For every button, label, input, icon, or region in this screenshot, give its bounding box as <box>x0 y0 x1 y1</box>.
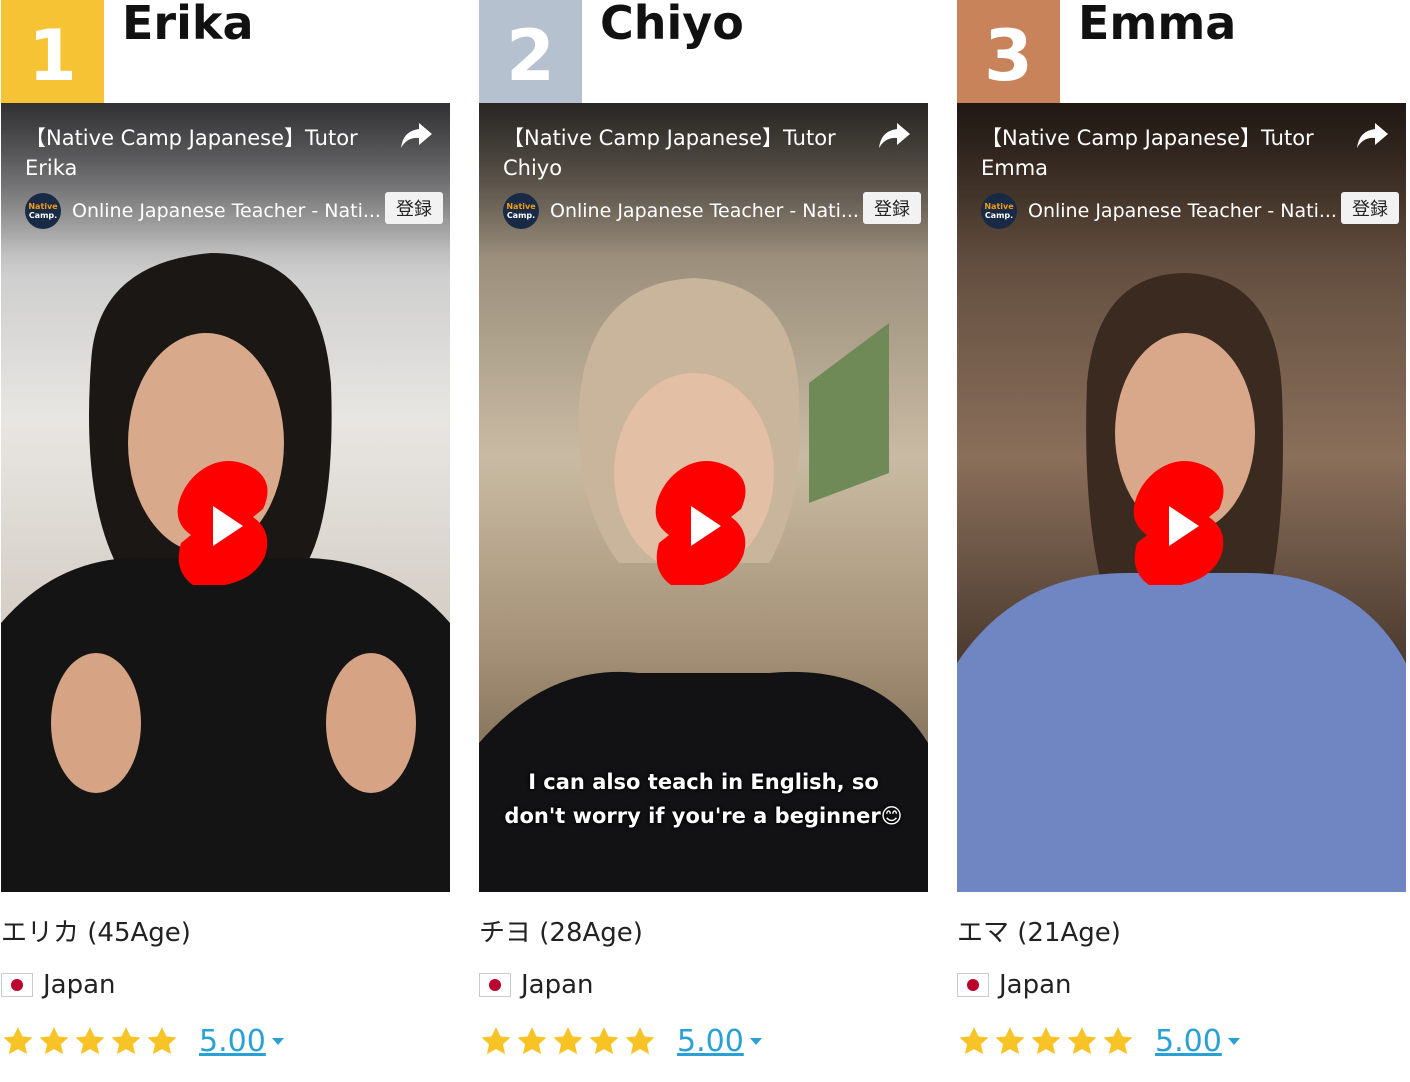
tutor-rating: 5.00 <box>479 1024 762 1059</box>
youtube-shorts-play-icon[interactable] <box>651 461 751 591</box>
video-title[interactable]: 【Native Camp Japanese】Tutor Erika <box>25 123 375 183</box>
star-icon <box>1103 1026 1133 1054</box>
youtube-shorts-play-icon[interactable] <box>1129 461 1229 591</box>
star-rating <box>957 1025 1137 1059</box>
channel-logo: Native Camp. <box>981 193 1017 229</box>
star-icon <box>517 1026 547 1054</box>
tutor-meta: エマ (21Age) <box>957 918 1121 948</box>
country-label: Japan <box>521 970 594 1000</box>
channel-info[interactable]: Native Camp. Online Japanese Teacher - Na… <box>981 193 1337 229</box>
star-icon <box>1031 1026 1061 1054</box>
caption-line: don't worry if you're a beginner😊 <box>504 804 903 828</box>
star-icon <box>3 1026 33 1054</box>
tutor-card-erika: 1 Erika 【Native Camp Japanese】Tutor Erik… <box>1 0 450 1082</box>
tutor-card-emma: 3 Emma 【Native Camp Japanese】Tutor Emma … <box>957 0 1406 1082</box>
star-icon <box>959 1026 989 1054</box>
japan-flag-icon <box>479 973 511 997</box>
star-icon <box>481 1026 511 1054</box>
video-title[interactable]: 【Native Camp Japanese】Tutor Emma <box>981 123 1331 183</box>
subscribe-button[interactable]: 登録 <box>1341 192 1399 224</box>
caption-line: I can also teach in English, so <box>528 770 879 794</box>
star-rating <box>479 1025 659 1059</box>
subscribe-button[interactable]: 登録 <box>863 192 921 224</box>
tutor-rating: 5.00 <box>957 1024 1240 1059</box>
country-label: Japan <box>43 970 116 1000</box>
tutor-meta: エリカ (45Age) <box>1 918 191 948</box>
channel-name: Online Japanese Teacher - Nati... <box>550 200 859 222</box>
chevron-down-icon[interactable] <box>1227 1038 1240 1045</box>
share-arrow-icon[interactable] <box>877 121 911 151</box>
star-icon <box>111 1026 141 1054</box>
channel-name: Online Japanese Teacher - Nati... <box>72 200 381 222</box>
star-icon <box>553 1026 583 1054</box>
channel-name: Online Japanese Teacher - Nati... <box>1028 200 1337 222</box>
tutor-name: Erika <box>122 0 254 50</box>
share-arrow-icon[interactable] <box>1355 121 1389 151</box>
chevron-down-icon[interactable] <box>271 1038 284 1045</box>
star-icon <box>1067 1026 1097 1054</box>
youtube-shorts-play-icon[interactable] <box>173 461 273 591</box>
video-player[interactable]: 【Native Camp Japanese】Tutor Chiyo Native… <box>479 103 928 892</box>
japan-flag-icon <box>957 973 989 997</box>
channel-logo: Native Camp. <box>25 193 61 229</box>
tutor-meta: チヨ (28Age) <box>479 918 643 948</box>
channel-info[interactable]: Native Camp. Online Japanese Teacher - Na… <box>503 193 859 229</box>
video-player[interactable]: 【Native Camp Japanese】Tutor Emma Native C… <box>957 103 1406 892</box>
rating-score-link[interactable]: 5.00 <box>1155 1024 1222 1059</box>
video-player[interactable]: 【Native Camp Japanese】Tutor Erika Native… <box>1 103 450 892</box>
star-icon <box>75 1026 105 1054</box>
tutor-rating: 5.00 <box>1 1024 284 1059</box>
star-icon <box>589 1026 619 1054</box>
tutor-country: Japan <box>479 970 594 1000</box>
tutor-country: Japan <box>957 970 1072 1000</box>
channel-info[interactable]: Native Camp. Online Japanese Teacher - Na… <box>25 193 381 229</box>
rank-badge: 2 <box>479 0 582 103</box>
tutor-name: Chiyo <box>600 0 744 50</box>
tutor-name: Emma <box>1078 0 1237 50</box>
rank-badge: 1 <box>1 0 104 103</box>
video-title[interactable]: 【Native Camp Japanese】Tutor Chiyo <box>503 123 853 183</box>
video-caption: I can also teach in English, so don't wo… <box>479 765 928 833</box>
subscribe-button[interactable]: 登録 <box>385 192 443 224</box>
chevron-down-icon[interactable] <box>749 1038 762 1045</box>
japan-flag-icon <box>1 973 33 997</box>
tutor-card-chiyo: 2 Chiyo 【Native Camp Japanese】Tutor Chiy… <box>479 0 928 1082</box>
rating-score-link[interactable]: 5.00 <box>199 1024 266 1059</box>
tutor-country: Japan <box>1 970 116 1000</box>
star-icon <box>625 1026 655 1054</box>
rank-badge: 3 <box>957 0 1060 103</box>
star-rating <box>1 1025 181 1059</box>
channel-logo: Native Camp. <box>503 193 539 229</box>
star-icon <box>39 1026 69 1054</box>
share-arrow-icon[interactable] <box>399 121 433 151</box>
star-icon <box>995 1026 1025 1054</box>
star-icon <box>147 1026 177 1054</box>
country-label: Japan <box>999 970 1072 1000</box>
rating-score-link[interactable]: 5.00 <box>677 1024 744 1059</box>
